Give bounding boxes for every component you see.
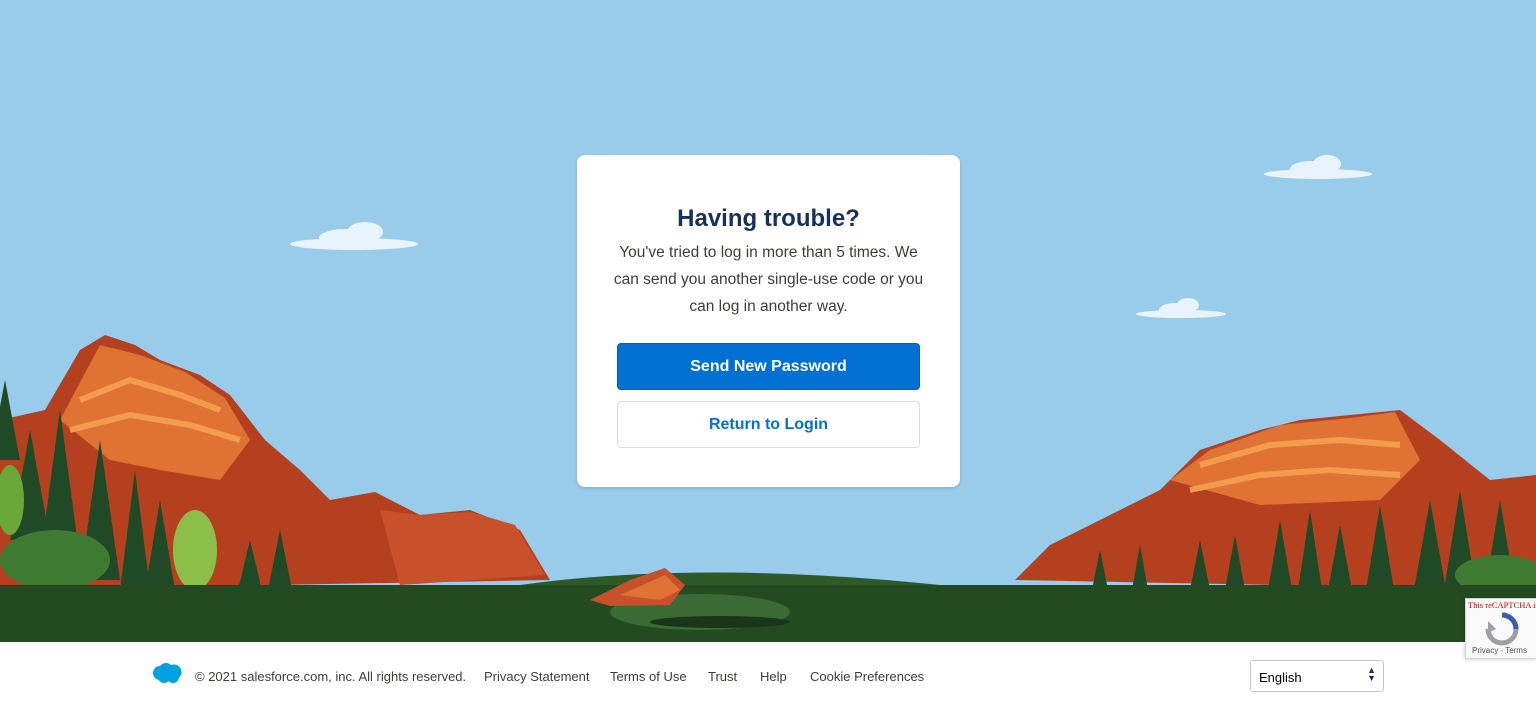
- salesforce-cloud-icon: [153, 663, 182, 683]
- terms-of-use-link[interactable]: Terms of Use: [610, 669, 687, 684]
- privacy-statement-link[interactable]: Privacy Statement: [484, 669, 590, 684]
- language-select-value: English: [1259, 670, 1302, 685]
- recaptcha-icon: [1485, 612, 1519, 646]
- footer: © 2021 salesforce.com, inc. All rights r…: [0, 642, 1536, 709]
- card-title: Having trouble?: [677, 205, 860, 232]
- login-help-card: Having trouble? You've tried to log in m…: [577, 155, 960, 487]
- recaptcha-badge[interactable]: This reCAPTCHA is for testing purposes o…: [1465, 598, 1536, 659]
- cookie-preferences-link[interactable]: Cookie Preferences: [810, 669, 924, 684]
- help-link[interactable]: Help: [760, 669, 787, 684]
- recaptcha-terms[interactable]: Privacy - Terms: [1472, 646, 1527, 655]
- send-new-password-button[interactable]: Send New Password: [617, 343, 920, 390]
- select-arrows-icon: ▲ ▼: [1367, 665, 1376, 683]
- trust-link[interactable]: Trust: [708, 669, 737, 684]
- card-message: You've tried to log in more than 5 times…: [613, 244, 924, 315]
- return-to-login-button[interactable]: Return to Login: [617, 401, 920, 448]
- copyright-text: © 2021 salesforce.com, inc. All rights r…: [195, 669, 467, 684]
- language-select[interactable]: English ▲ ▼: [1250, 660, 1384, 692]
- recaptcha-warning: This reCAPTCHA is for testing purposes o…: [1468, 600, 1536, 610]
